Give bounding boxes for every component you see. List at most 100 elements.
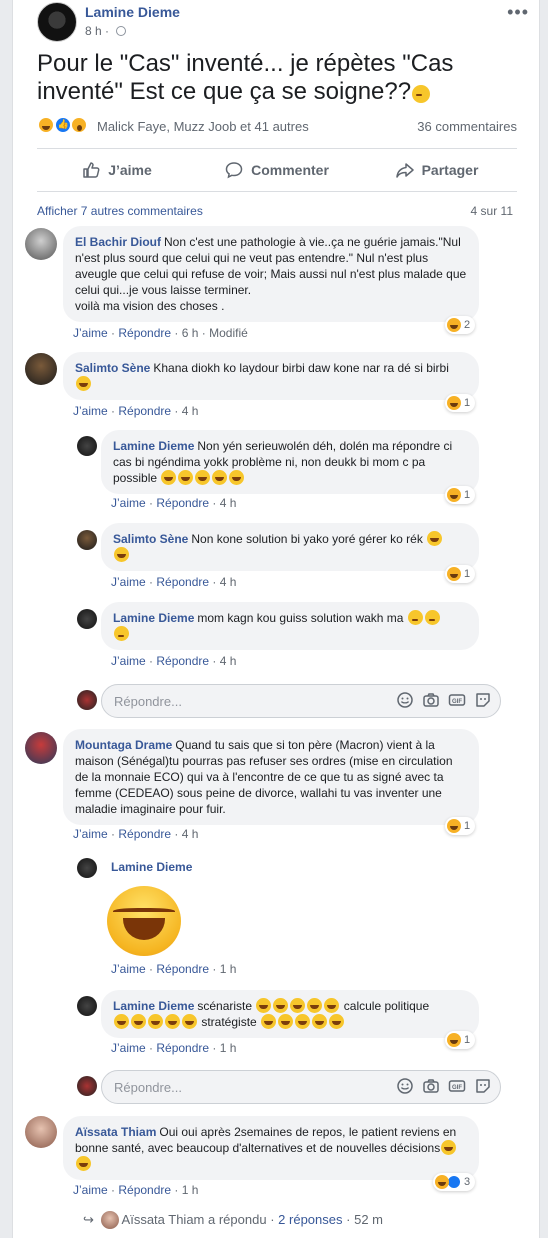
post-author[interactable]: Lamine Dieme: [85, 4, 180, 20]
reply-placeholder: Répondre...: [114, 1080, 182, 1095]
reply-like-link[interactable]: J’aime: [111, 496, 146, 510]
sticker-icon[interactable]: [474, 1077, 492, 1095]
reply-text: Non kone solution bi yako yoré gérer ko …: [191, 532, 423, 546]
avatar[interactable]: [77, 996, 97, 1016]
reply-reactions[interactable]: 1: [445, 486, 476, 504]
reply-like-link[interactable]: J’aime: [111, 1041, 146, 1055]
reply-time[interactable]: 4 h: [220, 575, 237, 589]
comment-reactions[interactable]: 1: [445, 817, 476, 835]
comment-reply-link[interactable]: Répondre: [118, 827, 171, 841]
comments-count[interactable]: 36 commentaires: [417, 119, 517, 134]
avatar[interactable]: [77, 530, 97, 550]
reply-reply-link[interactable]: Répondre: [156, 1041, 209, 1055]
comment-time[interactable]: 4 h: [182, 404, 199, 418]
reply-bubble: Lamine Dieme mom kagn kou guiss solution …: [101, 602, 479, 650]
reply-input[interactable]: Répondre... GIF: [101, 684, 501, 718]
laughing-emoji-icon: [165, 1014, 180, 1029]
comment-reply-link[interactable]: Répondre: [118, 326, 171, 340]
comment-like-link[interactable]: J’aime: [73, 1183, 108, 1197]
comment-time[interactable]: 6 h: [182, 326, 199, 340]
avatar[interactable]: [25, 353, 57, 385]
commenter-name[interactable]: Salimto Sène: [113, 532, 188, 546]
comment-reply-link[interactable]: Répondre: [118, 1183, 171, 1197]
commenter-name[interactable]: Mountaga Drame: [75, 738, 172, 752]
reply-reply-link[interactable]: Répondre: [156, 575, 209, 589]
post-time[interactable]: 8 h: [85, 24, 102, 38]
reply-time[interactable]: 4 h: [220, 496, 237, 510]
author-avatar[interactable]: [37, 2, 77, 42]
reaction-icons[interactable]: [37, 116, 89, 134]
commenter-name[interactable]: Lamine Dieme: [113, 999, 194, 1013]
more-options-icon[interactable]: •••: [507, 2, 529, 23]
avatar[interactable]: [77, 609, 97, 629]
haha-reaction-icon: [447, 567, 461, 581]
reply-like-link[interactable]: J’aime: [111, 575, 146, 589]
reactions-summary[interactable]: Malick Faye, Muzz Joob et 41 autres 36 c…: [37, 116, 517, 138]
reply-time[interactable]: 1 h: [220, 962, 237, 976]
dot-separator: ·: [209, 654, 220, 668]
commenter-name[interactable]: Lamine Dieme: [113, 611, 194, 625]
camera-icon[interactable]: [422, 1077, 440, 1095]
view-replies-link[interactable]: ↪ Aïssata Thiam a répondu · 2 réponses ·…: [83, 1211, 383, 1229]
dot-separator: ·: [270, 1212, 275, 1227]
reply-meta: J’aime · Répondre · 1 h: [111, 1041, 236, 1055]
view-more-comments-link[interactable]: Afficher 7 autres commentaires: [37, 204, 203, 218]
laughing-emoji-icon: [273, 998, 289, 1013]
comment-reply-link[interactable]: Répondre: [118, 404, 171, 418]
commenter-name[interactable]: Lamine Dieme: [113, 439, 194, 453]
laughing-emoji-icon: [229, 470, 245, 485]
comment-like-link[interactable]: J’aime: [73, 827, 108, 841]
comment-reactions[interactable]: 3: [433, 1173, 476, 1191]
like-button[interactable]: J’aime: [37, 149, 197, 191]
reply-reply-link[interactable]: Répondre: [156, 496, 209, 510]
reply-input[interactable]: Répondre... GIF: [101, 1070, 501, 1104]
dot-separator: ·: [209, 575, 220, 589]
camera-icon[interactable]: [422, 691, 440, 709]
gif-icon[interactable]: GIF: [448, 691, 466, 709]
gif-icon[interactable]: GIF: [448, 1077, 466, 1095]
reply-time[interactable]: 1 h: [220, 1041, 237, 1055]
reply-reply-link[interactable]: Répondre: [156, 962, 209, 976]
share-button[interactable]: Partager: [357, 149, 517, 191]
commenter-name[interactable]: Aïssata Thiam: [75, 1125, 156, 1139]
reply-reply-link[interactable]: Répondre: [156, 654, 209, 668]
comment-time[interactable]: 1 h: [182, 1183, 199, 1197]
commenter-name[interactable]: Lamine Dieme: [111, 860, 192, 874]
emoji-icon[interactable]: [396, 1077, 414, 1095]
comment-like-link[interactable]: J’aime: [73, 404, 108, 418]
avatar[interactable]: [25, 228, 57, 260]
comment-bubble: Mountaga Drame Quand tu sais que si ton p…: [63, 729, 479, 825]
avatar[interactable]: [25, 1116, 57, 1148]
comment-time[interactable]: 4 h: [182, 827, 199, 841]
avatar[interactable]: [77, 436, 97, 456]
reaction-count: 1: [464, 1034, 471, 1046]
reply-like-link[interactable]: J’aime: [111, 654, 146, 668]
reactors-names[interactable]: Malick Faye, Muzz Joob et 41 autres: [97, 119, 309, 134]
comment-button[interactable]: Commenter: [197, 149, 357, 191]
post-timestamp[interactable]: 8 h ·: [85, 24, 127, 38]
emoji-icon[interactable]: [396, 691, 414, 709]
thinking-emoji-icon: [407, 610, 423, 625]
reply-bubble: Lamine Dieme Non yén serieuwolén déh, dol…: [101, 430, 479, 494]
reply-meta: J’aime · Répondre · 4 h: [111, 654, 236, 668]
reply-like-link[interactable]: J’aime: [111, 962, 146, 976]
comment-edited[interactable]: Modifié: [209, 326, 248, 340]
sticker-icon[interactable]: [474, 691, 492, 709]
comment-reactions[interactable]: 1: [445, 394, 476, 412]
post-actions: J’aime Commenter Partager: [37, 148, 517, 192]
comment-like-link[interactable]: J’aime: [73, 326, 108, 340]
avatar[interactable]: [25, 732, 57, 764]
reply-placeholder: Répondre...: [114, 694, 182, 709]
reply-time[interactable]: 4 h: [220, 654, 237, 668]
dot-separator: ·: [101, 24, 113, 38]
commenter-name[interactable]: El Bachir Diouf: [75, 235, 161, 249]
avatar[interactable]: [77, 858, 97, 878]
reply-reactions[interactable]: 1: [445, 1031, 476, 1049]
dot-separator: ·: [145, 575, 157, 589]
reply-input-tools: GIF: [396, 1077, 492, 1095]
comment-reactions[interactable]: 2: [445, 316, 476, 334]
reply-reactions[interactable]: 1: [445, 565, 476, 583]
avatar: [100, 1211, 119, 1229]
commenter-name[interactable]: Salimto Sène: [75, 361, 150, 375]
replies-count[interactable]: 2 réponses: [278, 1212, 342, 1227]
